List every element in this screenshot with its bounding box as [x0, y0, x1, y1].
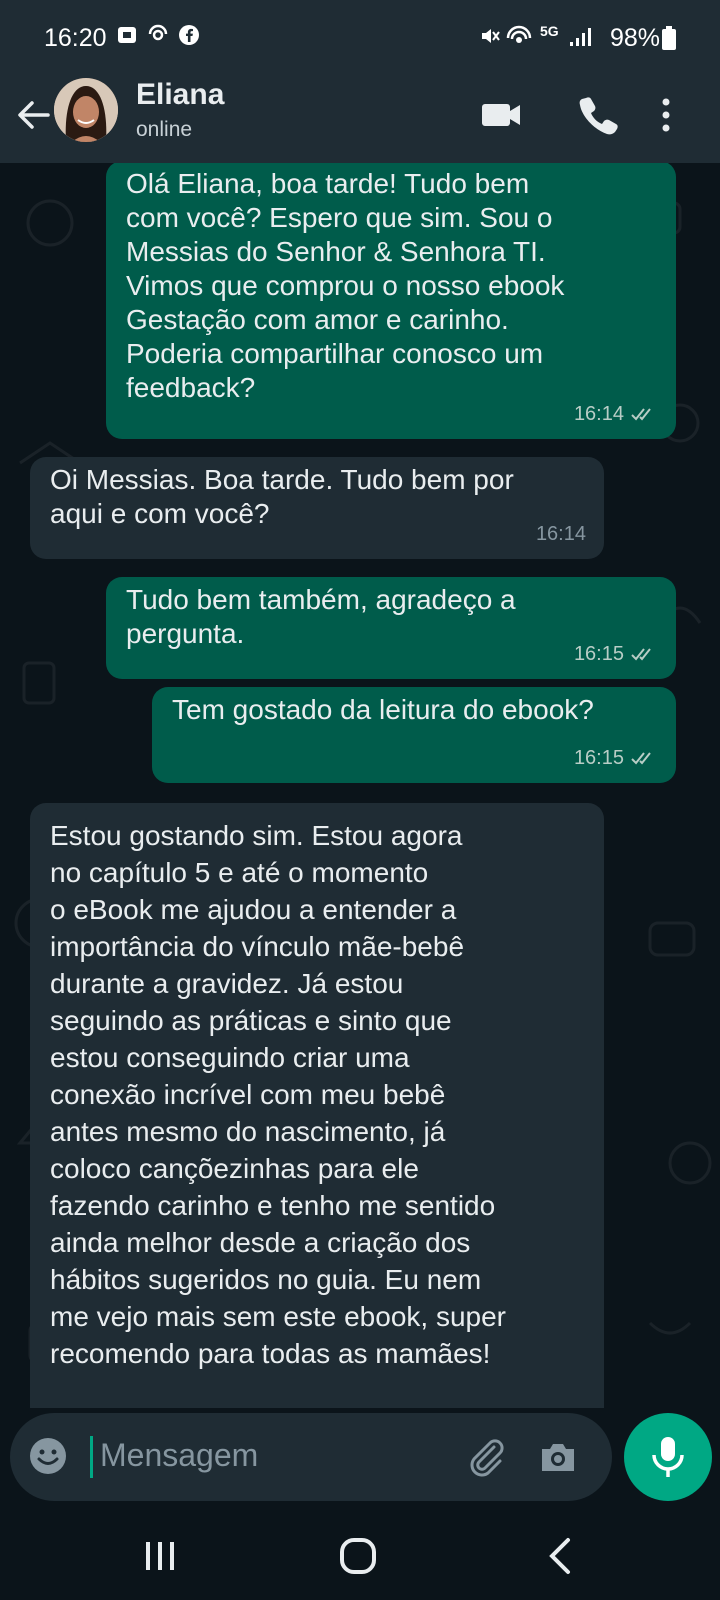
- message-input[interactable]: Mensagem: [100, 1437, 258, 1474]
- hotspot-notification-icon: [146, 24, 170, 53]
- battery-icon: [662, 26, 676, 57]
- video-call-button[interactable]: [478, 90, 526, 138]
- message-time: 16:14: [573, 403, 624, 425]
- message-meta: 16:14: [536, 517, 586, 551]
- voice-message-button[interactable]: [624, 1413, 712, 1501]
- message-bubble-outgoing[interactable]: Tem gostado da leitura do ebook? 16:15: [152, 687, 676, 783]
- nav-back-icon: [549, 1538, 570, 1574]
- battery-level: 98%: [610, 24, 661, 52]
- message-bubble-outgoing[interactable]: Olá Eliana, boa tarde! Tudo bem com você…: [106, 163, 676, 439]
- facebook-icon: [178, 24, 200, 53]
- message-meta: 16:15: [574, 637, 658, 671]
- emoji-icon: [30, 1438, 66, 1474]
- recent-apps-button[interactable]: [136, 1532, 184, 1580]
- voice-call-button[interactable]: [574, 90, 622, 138]
- message-text: Olá Eliana, boa tarde! Tudo bem com você…: [126, 168, 565, 403]
- camera-icon: [542, 1444, 574, 1471]
- read-ticks-icon: [631, 648, 651, 661]
- nav-back-button[interactable]: [538, 1532, 586, 1580]
- chat-header: Eliana online: [0, 78, 720, 163]
- video-call-icon: [482, 104, 520, 126]
- home-button[interactable]: [334, 1532, 382, 1580]
- attach-button[interactable]: [464, 1435, 508, 1479]
- message-time: 16:14: [535, 523, 586, 545]
- message-meta: 16:15: [574, 741, 658, 775]
- message-text: Estou gostando sim. Estou agora no capít…: [50, 820, 506, 1369]
- contact-status: online: [136, 118, 193, 141]
- message-bubble-incoming[interactable]: Oi Messias. Boa tarde. Tudo bem por aqui…: [30, 457, 604, 559]
- message-bubble-outgoing[interactable]: Tudo bem também, agradeço a pergunta. 16…: [106, 577, 676, 679]
- status-bar: 16:20 5G 98%: [0, 0, 720, 80]
- back-button[interactable]: [12, 94, 54, 136]
- read-ticks-icon: [631, 752, 651, 765]
- emoji-button[interactable]: [26, 1434, 70, 1478]
- contact-avatar[interactable]: [54, 78, 118, 142]
- system-navigation-bar: [0, 1508, 720, 1600]
- mic-icon: [652, 1437, 684, 1477]
- home-icon: [340, 1538, 376, 1574]
- camera-button[interactable]: [536, 1435, 580, 1479]
- contact-name[interactable]: Eliana: [136, 78, 224, 112]
- read-ticks-icon: [631, 408, 651, 421]
- message-composer: Mensagem: [10, 1413, 612, 1501]
- message-bubble-incoming[interactable]: Estou gostando sim. Estou agora no capít…: [30, 803, 604, 1408]
- phone-icon: [579, 97, 618, 135]
- recent-apps-icon: [146, 1542, 174, 1570]
- message-text: Tem gostado da leitura do ebook?: [172, 694, 594, 725]
- more-options-icon: [662, 98, 670, 132]
- message-time: 16:15: [573, 643, 624, 665]
- more-options-button[interactable]: [654, 90, 678, 138]
- status-time: 16:20: [44, 24, 107, 52]
- signal-icon: [568, 24, 592, 55]
- text-cursor: [90, 1436, 93, 1478]
- network-type: 5G: [540, 23, 559, 39]
- back-arrow-icon: [18, 101, 50, 129]
- attach-icon: [470, 1439, 504, 1477]
- message-text: Oi Messias. Boa tarde. Tudo bem por aqui…: [50, 464, 514, 529]
- message-meta: 16:14: [574, 397, 658, 431]
- notification-icon: [116, 24, 138, 53]
- wifi-calling-icon: [506, 24, 532, 55]
- mute-icon: [478, 24, 502, 55]
- message-time: 16:15: [573, 747, 624, 769]
- message-list[interactable]: Olá Eliana, boa tarde! Tudo bem com você…: [0, 163, 720, 1408]
